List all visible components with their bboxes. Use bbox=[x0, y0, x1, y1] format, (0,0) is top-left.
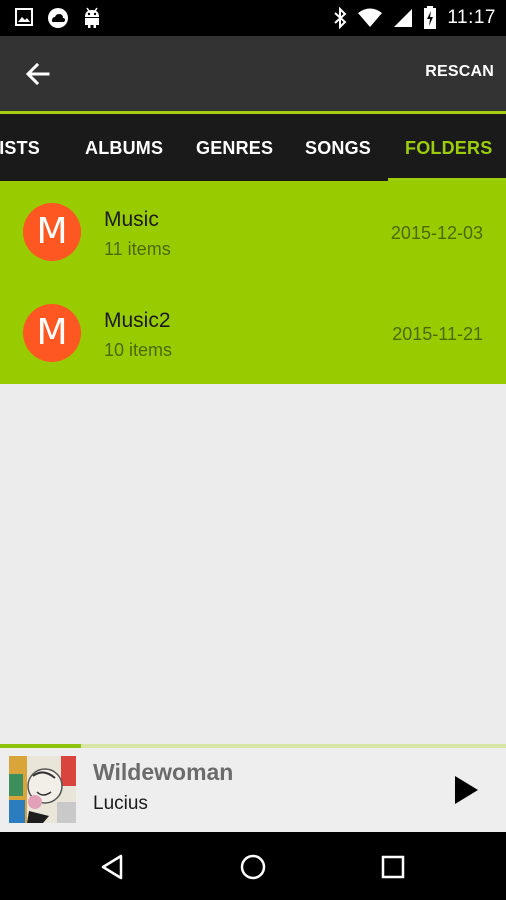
album-art bbox=[9, 756, 76, 823]
folder-list: M Music 11 items 2015-12-03 M Music2 10 … bbox=[0, 181, 506, 384]
bluetooth-icon bbox=[334, 7, 347, 29]
playback-progress-track bbox=[0, 744, 506, 748]
folder-row[interactable]: M Music2 10 items 2015-11-21 bbox=[0, 282, 506, 383]
status-bar-notifications bbox=[14, 7, 102, 29]
home-circle-icon[interactable] bbox=[238, 852, 268, 882]
now-playing-title: Wildewoman bbox=[93, 759, 234, 785]
image-icon bbox=[15, 8, 33, 26]
play-icon[interactable] bbox=[452, 774, 480, 806]
folder-avatar: M bbox=[23, 203, 81, 261]
now-playing-artist: Lucius bbox=[93, 793, 148, 814]
tab-songs[interactable]: SONGS bbox=[305, 114, 371, 181]
tab-genres[interactable]: GENRES bbox=[196, 114, 273, 181]
playback-progress bbox=[0, 744, 81, 748]
wifi-icon bbox=[358, 8, 383, 27]
folder-date: 2015-12-03 bbox=[390, 223, 483, 243]
folder-item-count: 10 items bbox=[104, 340, 173, 360]
android-icon bbox=[85, 7, 99, 28]
navigation-bar bbox=[0, 832, 506, 900]
tab-albums[interactable]: ALBUMS bbox=[85, 114, 163, 181]
arrow-left-icon[interactable] bbox=[22, 58, 54, 90]
folder-date: 2015-11-21 bbox=[392, 324, 483, 344]
signal-icon bbox=[394, 9, 413, 27]
recents-square-icon[interactable] bbox=[378, 852, 408, 882]
rescan-button[interactable]: RESCAN bbox=[425, 63, 494, 81]
status-bar: 11:17 bbox=[0, 0, 506, 36]
tab-folders[interactable]: FOLDERS bbox=[405, 114, 492, 181]
action-bar: RESCAN bbox=[0, 36, 506, 111]
battery-charging-icon bbox=[424, 6, 437, 29]
status-time: 11:17 bbox=[447, 7, 496, 28]
tab-bar: TISTS ALBUMS GENRES SONGS FOLDERS bbox=[0, 114, 506, 181]
cloud-icon bbox=[48, 8, 68, 28]
folder-name: Music2 bbox=[104, 309, 171, 332]
folder-row[interactable]: M Music 11 items 2015-12-03 bbox=[0, 181, 506, 282]
now-playing-bar[interactable]: Wildewoman Lucius bbox=[0, 744, 506, 832]
tab-artists[interactable]: TISTS bbox=[0, 114, 40, 181]
back-triangle-icon[interactable] bbox=[98, 852, 128, 882]
folder-item-count: 11 items bbox=[104, 239, 171, 259]
folder-avatar: M bbox=[23, 304, 81, 362]
status-bar-system: 11:17 bbox=[333, 6, 496, 30]
folder-name: Music bbox=[104, 208, 159, 231]
